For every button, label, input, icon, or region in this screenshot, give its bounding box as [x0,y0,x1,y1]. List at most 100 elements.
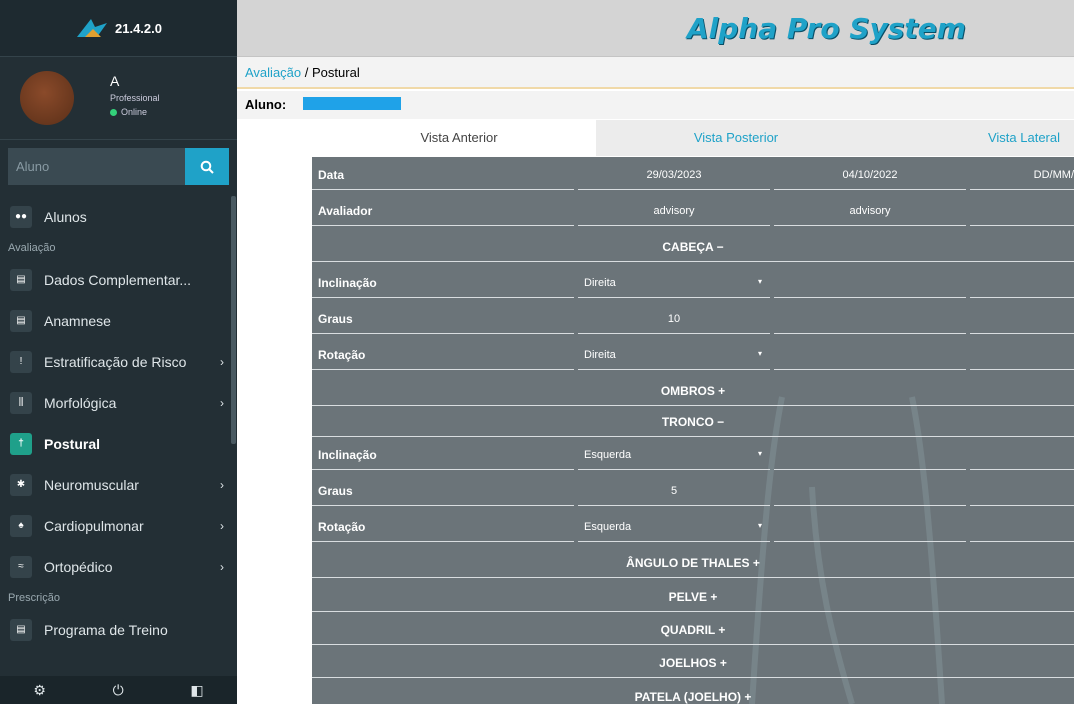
chevron-right-icon: › [220,560,224,574]
section-title: PELVE + [668,590,718,604]
user-panel: A Professional Online [0,57,237,140]
search-button[interactable] [185,148,229,185]
cabeca-graus-input[interactable]: 10 [576,301,772,337]
users-icon: ●● [10,205,32,228]
sidebar-item-programa[interactable]: ▤ Programa de Treino [0,609,230,650]
section-header-joelhos[interactable]: JOELHOS + [312,645,1074,681]
sidebar-item-neuromuscular[interactable]: ✱ Neuromuscular › [0,464,230,505]
brand-logo: Alpha Pro System [687,12,966,45]
row-label-rotacao: Rotação [318,520,366,534]
app-version: 21.4.2.0 [115,20,162,36]
section-title: JOELHOS + [659,656,727,670]
sliders-icon: ⫼ [10,391,32,414]
section-title: CABEÇA − [662,240,724,254]
breadcrumb-link-avaliacao[interactable]: Avaliação [245,65,301,80]
date-col-2[interactable]: 04/10/2022 [772,157,968,193]
version-bar: 21.4.2.0 [0,0,237,57]
section-prescricao: Prescrição [8,592,60,604]
section-title: TRONCO − [661,415,725,429]
posture-icon: † [10,432,32,455]
search-icon [200,160,214,174]
date-col-3[interactable]: DD/MM/ [968,157,1074,193]
sidebar-item-cardiopulmonar[interactable]: ♠ Cardiopulmonar › [0,505,230,546]
avaliador-col-2[interactable]: advisory [772,193,968,229]
running-icon: ✱ [10,473,32,496]
row-label-rotacao: Rotação [318,348,366,362]
cabeca-inclinacao-select[interactable]: Direita [578,265,772,301]
sidebar-item-label: Alunos [44,208,87,225]
section-header-thales[interactable]: ÂNGULO DE THALES + [312,545,1074,581]
sidebar-item-alunos[interactable]: ●● Alunos [0,196,230,237]
logout-icon[interactable]: ◧ [190,682,203,699]
row-label-graus: Graus [318,312,353,326]
tab-vista-anterior[interactable]: Vista Anterior [322,120,596,156]
document-icon: ▤ [10,618,32,641]
sidebar-item-label: Postural [44,435,101,452]
sidebar-scrollbar[interactable] [231,196,236,444]
chevron-right-icon: › [220,478,224,492]
table-row: Data 29/03/2023 04/10/2022 DD/MM/ [312,157,1074,193]
chevron-down-icon: ▾ [758,521,763,530]
sidebar-item-dados[interactable]: ▤ Dados Complementar... [0,259,230,300]
sidebar-item-label: Estratificação de Risco [44,353,187,370]
sidebar-footer: ⚙ ⏻ ◧ [0,676,237,704]
date-col-1[interactable]: 29/03/2023 [576,157,772,193]
sidebar-item-morfologica[interactable]: ⫼ Morfológica › [0,382,230,423]
chevron-right-icon: › [220,355,224,369]
table-row: Graus 10 [312,301,1074,337]
sidebar-item-label: Ortopédico [44,558,113,575]
top-header: Alpha Pro System [237,0,1074,57]
table-row: Avaliador advisory advisory [312,193,1074,229]
section-header-quadril[interactable]: QUADRIL + [312,612,1074,648]
avatar[interactable] [20,71,74,125]
tronco-inclinacao-select[interactable]: Esquerda [578,437,772,473]
sidebar-item-label: Neuromuscular [44,476,139,493]
view-tabs: Vista Anterior Vista Posterior Vista Lat… [322,120,1074,156]
chevron-right-icon: › [220,519,224,533]
sidebar-item-label: Anamnese [44,312,111,329]
sidebar-item-postural[interactable]: † Postural [0,423,230,464]
user-name: A [110,73,120,89]
user-role: Professional [110,93,160,103]
section-header-patela[interactable]: PATELA (JOELHO) + [312,679,1074,715]
user-status-label: Online [121,107,148,117]
section-header-cabeca[interactable]: CABEÇA − [312,229,1074,265]
table-row: Rotação Esquerda ▾ [312,509,1074,545]
lungs-icon: ♠ [10,514,32,537]
sidebar-item-anamnese[interactable]: ▤ Anamnese [0,300,230,341]
document-icon: ▤ [10,309,32,332]
row-label-graus: Graus [318,484,353,498]
sidebar-item-estratificacao[interactable]: ! Estratificação de Risco › [0,341,230,382]
row-label-avaliador: Avaliador [318,204,373,218]
tronco-rotacao-select[interactable]: Esquerda [578,509,772,545]
section-avaliacao: Avaliação [8,242,56,254]
exclamation-icon: ! [10,350,32,373]
student-bar: Aluno: [237,91,1074,119]
tab-vista-lateral[interactable]: Vista Lateral [876,120,1074,156]
power-icon[interactable]: ⏻ [113,682,124,699]
sidebar: 21.4.2.0 A Professional Online Aluno ●● A… [0,0,237,704]
breadcrumb-separator: / [304,65,309,80]
online-status-icon [110,108,117,116]
sidebar-item-label: Cardiopulmonar [44,517,144,534]
avaliador-col-1[interactable]: advisory [576,193,772,229]
postural-table: Data 29/03/2023 04/10/2022 DD/MM/ Avalia… [312,157,1074,704]
student-label: Aluno: [245,97,287,112]
tab-vista-posterior[interactable]: Vista Posterior [596,120,876,156]
row-label-inclinacao: Inclinação [318,276,377,290]
breadcrumb: Avaliação / Postural [237,57,1074,89]
section-header-tronco[interactable]: TRONCO − [312,404,1074,440]
table-row: Graus 5 [312,473,1074,509]
chevron-right-icon: › [220,396,224,410]
breadcrumb-current: Postural [312,65,360,80]
student-name-highlight[interactable] [303,97,401,110]
settings-icon[interactable]: ⚙ [33,682,46,699]
search-input[interactable]: Aluno [8,148,185,185]
sidebar-item-ortopedico[interactable]: ≈ Ortopédico › [0,546,230,587]
tronco-graus-input[interactable]: 5 [576,473,772,509]
table-row: Inclinação Esquerda ▾ [312,437,1074,473]
logo-icon [77,19,107,37]
section-header-pelve[interactable]: PELVE + [312,579,1074,615]
cabeca-rotacao-select[interactable]: Direita [578,337,772,373]
user-status: Online [110,107,147,117]
